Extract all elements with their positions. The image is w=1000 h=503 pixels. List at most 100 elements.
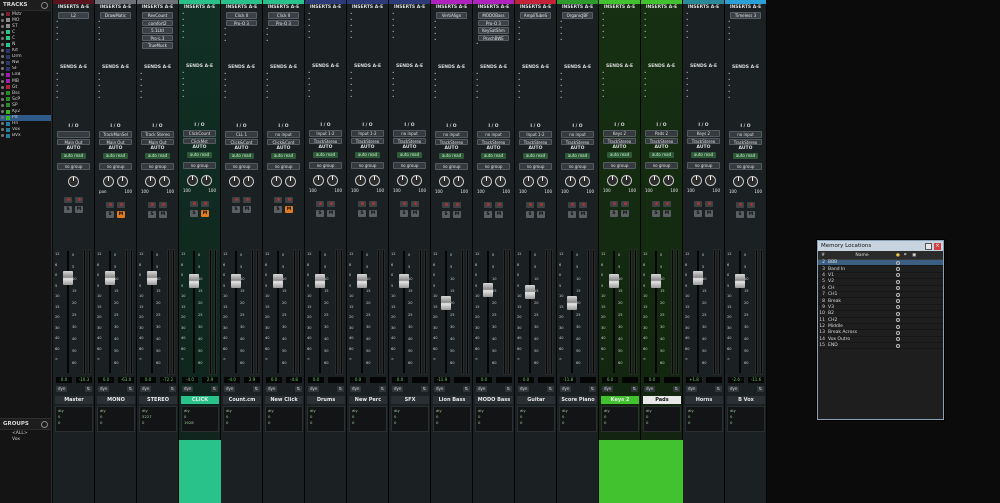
mute-button[interactable]: M [411,209,419,217]
send-slot-empty[interactable]: • [434,95,469,101]
track-comments[interactable]: dly 0 0 [517,406,555,432]
input-selector[interactable] [57,131,90,138]
mute-button[interactable]: M [117,210,125,218]
pan-knob-right[interactable] [117,175,128,187]
automation-mode-selector[interactable]: auto read [61,153,86,159]
track-show-dot[interactable] [1,73,4,77]
insert-slot[interactable]: Pro-Q 3 [478,19,509,26]
track-show-dot[interactable] [1,67,4,71]
pan-knob-right[interactable] [453,175,464,187]
input-selector[interactable]: no input [729,131,762,138]
send-slot-empty[interactable]: • [308,94,343,100]
track-show-dot[interactable] [1,24,4,28]
input-monitor-button[interactable] [106,201,114,208]
track-comments[interactable]: dly 0 0 [307,406,345,432]
track-show-dot[interactable] [1,49,4,53]
track-comments[interactable]: dly 0 0 [727,406,765,432]
group-selector[interactable]: no group [99,163,132,170]
track-show-dot[interactable] [1,79,4,83]
group-selector[interactable]: no group [225,163,258,170]
record-enable-button[interactable] [579,201,587,208]
input-monitor-button[interactable] [442,201,450,208]
track-show-dot[interactable] [1,43,4,47]
volume-value[interactable]: 0.0 [140,377,156,383]
track-name[interactable]: Drums [307,396,345,404]
input-monitor-button[interactable] [568,201,576,208]
mute-button[interactable]: M [453,210,461,218]
group-selector[interactable]: no group [603,162,636,169]
volume-value[interactable]: -4.0 [224,377,240,383]
panel-menu-icon[interactable] [41,1,48,9]
track-name[interactable]: MODO Bass [475,396,513,404]
dyn-button[interactable]: dyn [686,386,698,392]
send-slot-empty[interactable]: • [476,95,511,101]
mute-button[interactable]: M [159,210,167,218]
volume-value[interactable]: -11.8 [560,377,576,383]
volume-value[interactable]: 0.0 [476,377,492,383]
track-name[interactable]: Master [55,396,93,404]
input-selector[interactable]: no input [393,130,426,137]
input-monitor-button[interactable] [190,200,198,207]
automation-mode-selector[interactable]: auto read [229,153,254,159]
solo-button[interactable]: S [568,210,576,218]
memory-locations-titlebar[interactable]: Memory Locations × [818,241,943,251]
insert-slot[interactable]: Click II [268,12,299,19]
pan-knob-right[interactable] [327,174,338,186]
insert-slot[interactable]: MODOBass [478,12,509,19]
input-monitor-button[interactable] [484,201,492,208]
track-comments[interactable]: dly 0 0 [433,406,471,432]
insert-slot-empty[interactable]: • [602,35,637,41]
automation-mode-selector[interactable]: auto read [397,152,422,158]
insert-slot-empty[interactable]: • [56,37,91,43]
pan-knob-left[interactable] [691,174,702,186]
group-list-item[interactable]: Vox [0,436,51,442]
insert-slot-empty[interactable]: • [728,37,763,43]
group-selector[interactable]: no group [435,163,468,170]
input-monitor-button[interactable] [274,196,282,203]
pan-knob-left[interactable] [355,174,366,186]
pan-knob-left[interactable] [229,175,240,187]
track-comments[interactable]: dly 0 0 [601,406,639,432]
track-show-dot[interactable] [1,55,4,59]
solo-button[interactable]: S [64,205,72,213]
automation-mode-selector[interactable]: auto read [481,153,506,159]
pan-knob-right[interactable] [537,175,548,187]
volume-value[interactable]: -4.0 [182,377,198,383]
dyn-button[interactable]: dyn [350,386,362,392]
automation-mode-selector[interactable]: auto read [649,152,674,158]
input-selector[interactable]: Input 1-2 [309,130,342,137]
track-comments[interactable]: dly 0 1928 [181,406,219,432]
volume-value[interactable]: 0.0 [392,377,408,383]
input-monitor-button[interactable] [694,200,702,207]
pan-knob-left[interactable] [607,174,618,186]
dyn-button[interactable]: dyn [728,386,740,392]
input-selector[interactable]: no input [561,131,594,138]
mute-button[interactable]: M [327,209,335,217]
volume-value[interactable]: 0.0 [266,377,282,383]
record-enable-button[interactable] [747,201,755,208]
automation-mode-selector[interactable]: auto read [565,153,590,159]
input-selector[interactable]: Pads 2 [645,130,678,137]
pan-knob-right[interactable] [285,175,296,187]
pan-knob-left[interactable] [481,175,492,187]
group-selector[interactable]: no group [351,162,384,169]
volume-value[interactable]: 0.0 [308,377,324,383]
pan-knob-left[interactable] [103,175,114,187]
group-selector[interactable]: no group [729,163,762,170]
record-enable-button[interactable] [285,196,293,203]
pan-knob-left[interactable] [649,174,660,186]
input-monitor-button[interactable] [148,201,156,208]
automation-mode-selector[interactable]: auto read [607,152,632,158]
volume-value[interactable]: 0.0 [56,377,72,383]
automation-mode-selector[interactable]: auto read [691,152,716,158]
send-slot-empty[interactable]: • [140,95,175,101]
mute-button[interactable]: M [621,209,629,217]
send-slot-empty[interactable]: • [644,94,679,100]
track-name[interactable]: Keys 2 [601,396,639,404]
insert-slot[interactable]: 5.1Ltd [142,27,173,34]
send-slot-empty[interactable]: • [182,94,217,100]
insert-slot-empty[interactable]: • [392,35,427,41]
pan-knob-right[interactable] [201,174,212,186]
send-slot-empty[interactable]: • [728,95,763,101]
input-selector[interactable]: Input 1-2 [351,130,384,137]
